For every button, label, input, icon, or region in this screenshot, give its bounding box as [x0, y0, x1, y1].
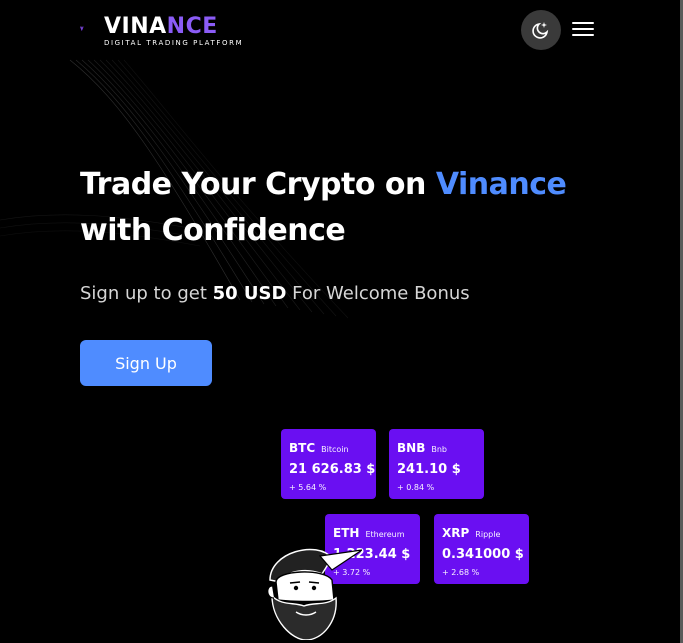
hero-title-line1: Trade Your Crypto on [80, 167, 436, 202]
ticker-name: Bnb [431, 445, 447, 454]
brand-name-part1: VINA [104, 14, 167, 39]
hero-title-line2: with Confidence [80, 213, 346, 248]
hero-subtitle: Sign up to get 50 USD For Welcome Bonus [80, 283, 470, 304]
hero-subtitle-tail: For Welcome Bonus [286, 283, 470, 304]
ticker-change: + 2.68 % [442, 568, 480, 577]
ticker-price: 21 626.83 $ [289, 462, 376, 477]
ticker-price: 241.10 $ [397, 462, 461, 477]
ticker-price: 0.341000 $ [442, 547, 524, 562]
hamburger-menu-icon [572, 22, 594, 24]
brand-name[interactable]: VINANCE [104, 14, 218, 39]
moon-sparkle-icon [532, 22, 549, 39]
sign-up-button[interactable]: Sign Up [80, 340, 212, 386]
hero-subtitle-text: Sign up to get [80, 283, 213, 304]
ticker-card-bnb[interactable]: BNB Bnb 241.10 $ + 0.84 % [389, 429, 484, 499]
ticker-name: Ripple [475, 530, 501, 539]
ticker-symbol: BTC [289, 441, 316, 455]
ticker-card-btc[interactable]: BTC Bitcoin 21 626.83 $ + 5.64 % [281, 429, 376, 499]
ticker-symbol: XRP [442, 526, 470, 540]
hero-title-accent: Vinance [435, 167, 567, 202]
ticker-symbol: BNB [397, 441, 426, 455]
bearded-mascot-illustration [267, 548, 362, 640]
ticker-symbol: ETH [333, 526, 360, 540]
ticker-change: + 5.64 % [289, 483, 327, 492]
ticker-name: Bitcoin [321, 445, 349, 454]
ticker-name: Ethereum [365, 530, 405, 539]
ticker-change: + 0.84 % [397, 483, 435, 492]
brand-name-part2: NCE [166, 14, 218, 39]
brand-tagline: DIGITAL TRADING PLATFORM [104, 39, 244, 47]
hamburger-menu-button[interactable] [572, 18, 594, 42]
ticker-card-xrp[interactable]: XRP Ripple 0.341000 $ + 2.68 % [434, 514, 529, 584]
page-frame: VINANCE DIGITAL TRADING PLATFORM Trade Y… [0, 0, 683, 643]
brand-logo-mark [80, 26, 84, 32]
theme-toggle-button[interactable] [521, 10, 561, 50]
hero-title: Trade Your Crypto on Vinance with Confid… [80, 162, 600, 254]
bonus-amount: 50 USD [212, 283, 287, 304]
